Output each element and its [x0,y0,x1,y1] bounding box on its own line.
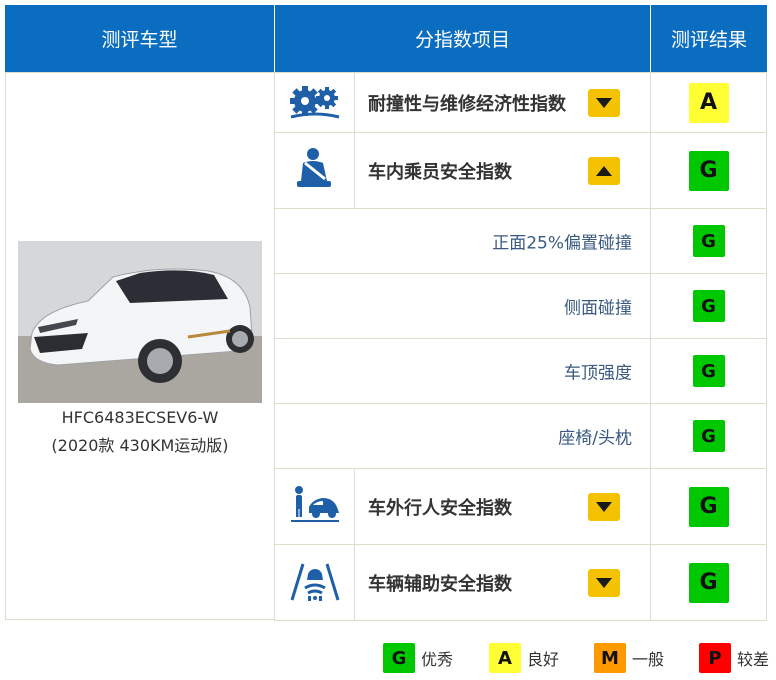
index-icon-cell [274,132,355,209]
grade-badge: G [692,420,725,452]
header-result: 测评结果 [651,5,767,72]
legend-grade-badge: P [699,643,731,673]
collapse-toggle-button[interactable] [588,156,620,185]
grade-badge: G [688,486,729,527]
index-label: 车内乘员安全指数 [368,161,512,183]
legend-grade-badge: M [594,643,626,673]
sub-item-row: 座椅/头枕 [274,403,651,469]
index-icon-cell [274,468,355,545]
car-photo [18,241,262,403]
legend-item-good: A 良好 [489,643,559,673]
result-cell: G [650,338,767,404]
seated-occupant-seatbelt-icon [295,147,335,195]
legend-label: 一般 [632,650,665,669]
legend-grade-badge: G [383,643,415,673]
sub-item-row: 侧面碰撞 [274,273,651,339]
index-row-pedestrian-safety: 车外行人安全指数 [354,468,651,545]
result-cell: A [650,72,767,133]
result-cell: G [650,132,767,209]
lane-assist-icon [289,560,341,606]
legend-item-average: M 一般 [594,643,664,673]
legend-item-poor: P 较差 [699,643,769,673]
header-model: 测评车型 [5,5,274,72]
triangle-down-icon [596,497,612,516]
index-row-repair-economy: 耐撞性与维修经济性指数 [354,72,651,133]
triangle-down-icon [596,93,612,112]
grade-badge: A [688,82,729,123]
grade-badge: G [692,355,725,387]
legend-label: 优秀 [421,650,454,669]
sub-item-label: 侧面碰撞 [564,298,632,319]
expand-toggle-button[interactable] [588,568,620,597]
legend-grade-badge: A [489,643,521,673]
index-label: 耐撞性与维修经济性指数 [368,93,566,115]
result-cell: G [650,208,767,274]
result-cell: G [650,273,767,339]
triangle-down-icon [596,573,612,592]
sub-item-label: 车顶强度 [564,363,632,384]
grade-badge: G [688,562,729,603]
legend-item-excellent: G 优秀 [383,643,453,673]
result-cell: G [650,468,767,545]
expand-toggle-button[interactable] [588,492,620,521]
model-code: HFC6483ECSEV6-W [61,408,219,427]
grade-badge: G [688,150,729,191]
grade-badge: G [692,290,725,322]
model-cell: HFC6483ECSEV6-W (2020款 430KM运动版) [5,72,275,620]
index-icon-cell [274,544,355,621]
pedestrian-car-icon [289,485,341,529]
header-sub-index: 分指数项目 [275,5,650,72]
index-label: 车辆辅助安全指数 [368,573,512,595]
grade-badge: G [692,225,725,257]
expand-toggle-button[interactable] [588,88,620,117]
sub-item-label: 座椅/头枕 [558,428,632,449]
model-version: (2020款 430KM运动版) [51,436,229,455]
result-cell: G [650,403,767,469]
index-label: 车外行人安全指数 [368,497,512,519]
legend-label: 良好 [527,650,560,669]
result-cell: G [650,544,767,621]
index-row-occupant-safety: 车内乘员安全指数 [354,132,651,209]
legend-label: 较差 [737,650,770,669]
sub-item-label: 正面25%偏置碰撞 [492,233,632,254]
index-row-driver-assist: 车辆辅助安全指数 [354,544,651,621]
triangle-up-icon [596,161,612,180]
sub-item-row: 正面25%偏置碰撞 [274,208,651,274]
sub-item-row: 车顶强度 [274,338,651,404]
index-icon-cell [274,72,355,133]
repair-gears-icon [289,81,341,125]
